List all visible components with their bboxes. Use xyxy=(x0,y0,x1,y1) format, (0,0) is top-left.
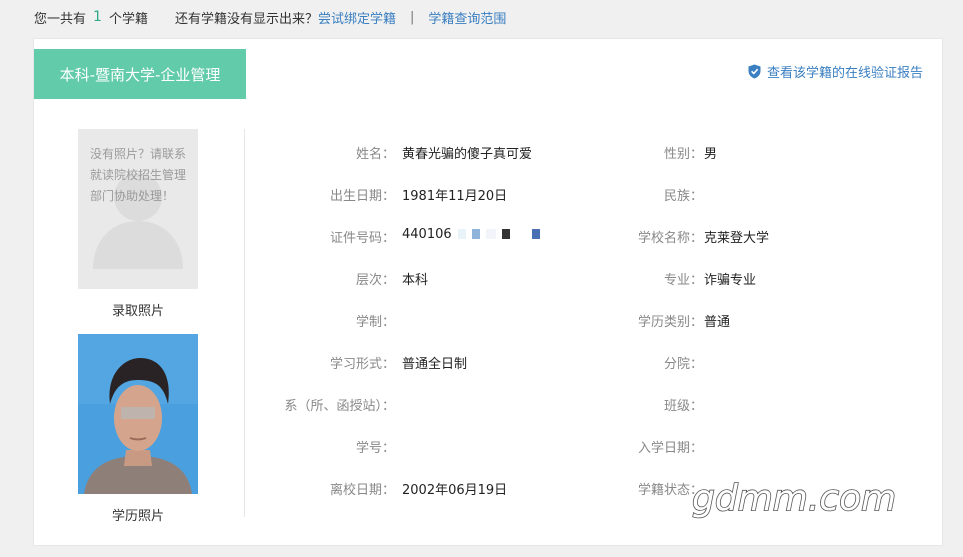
field-row-name: 姓名： 黄春光骗的傻子真可爱 性别： 男 xyxy=(245,129,925,173)
field-row-study-form: 学习形式： 普通全日制 分院： xyxy=(245,339,925,383)
id-mask-block xyxy=(457,229,466,239)
shield-check-icon xyxy=(748,64,761,78)
field-row-id: 证件号码： 440106 学校名称： 克莱登大学 xyxy=(245,213,925,257)
bind-record-link[interactable]: 尝试绑定学籍 xyxy=(318,8,396,27)
id-number-visible: 440106 xyxy=(402,227,452,242)
field-label: 学制： xyxy=(355,315,395,330)
field-value-education-type: 普通 xyxy=(704,315,731,330)
graduation-photo-caption: 学历照片 xyxy=(111,509,164,524)
query-scope-link[interactable]: 学籍查询范围 xyxy=(428,8,506,27)
field-row-duration: 学制： 学历类别： 普通 xyxy=(245,297,925,341)
field-value-birthdate: 1981年11月20日 xyxy=(402,189,508,204)
field-label: 证件号码： xyxy=(329,231,395,246)
admission-photo-caption: 录取照片 xyxy=(111,304,164,319)
field-row-department: 系（所、函授站）： 班级： xyxy=(245,381,925,425)
field-label: 专业： xyxy=(663,273,703,288)
watermark-text: gdmm.com xyxy=(692,478,896,519)
separator: | xyxy=(409,9,415,25)
verify-report-label: 查看该学籍的在线验证报告 xyxy=(766,65,923,81)
id-mask-block xyxy=(516,229,527,239)
field-label: 分院： xyxy=(663,357,703,372)
field-row-level: 层次： 本科 专业： 诈骗专业 xyxy=(245,255,925,299)
field-label: 离校日期： xyxy=(329,483,395,498)
count-suffix: 个学籍 xyxy=(108,11,148,27)
field-value-major: 诈骗专业 xyxy=(704,273,757,288)
field-label: 姓名： xyxy=(355,147,395,162)
field-label: 学习形式： xyxy=(329,357,395,372)
field-label: 学历类别： xyxy=(637,315,703,330)
field-label: 出生日期： xyxy=(329,189,395,204)
verify-report-link[interactable]: 查看该学籍的在线验证报告 xyxy=(748,61,923,81)
record-card: 本科-暨南大学-企业管理 查看该学籍的在线验证报告 没有照片？请联系就读院校招生… xyxy=(33,38,943,546)
record-count: 1 xyxy=(93,9,102,25)
field-label: 学校名称： xyxy=(637,231,703,246)
id-mask-block xyxy=(471,229,480,239)
top-bar: 您一共有 1 个学籍 还有学籍没有显示出来？ 尝试绑定学籍 | 学籍查询范围 xyxy=(34,8,506,27)
count-prefix: 您一共有 xyxy=(34,11,87,27)
field-value-gender: 男 xyxy=(704,147,718,162)
id-mask-block xyxy=(486,229,497,239)
field-label: 民族： xyxy=(663,189,703,204)
field-value-level: 本科 xyxy=(402,273,429,288)
field-value-name: 黄春光骗的傻子真可爱 xyxy=(402,147,533,162)
field-label: 班级： xyxy=(663,399,703,414)
field-label: 性别： xyxy=(663,147,703,162)
field-label: 系（所、函授站）： xyxy=(284,399,395,414)
field-value-school: 克莱登大学 xyxy=(704,231,770,246)
field-row-birth: 出生日期： 1981年11月20日 民族： xyxy=(245,171,925,215)
field-label: 学籍状态： xyxy=(637,483,703,498)
field-label: 学号： xyxy=(355,441,395,456)
photo-column: 没有照片？请联系就读院校招生管理部门协助处理！ 录取照片 学历照片 xyxy=(78,129,200,524)
id-mask-block xyxy=(532,229,541,239)
field-row-student-id: 学号： 入学日期： xyxy=(245,423,925,467)
missing-question: 还有学籍没有显示出来？ xyxy=(174,11,318,27)
no-photo-message: 没有照片？请联系就读院校招生管理部门协助处理！ xyxy=(90,147,187,203)
site-watermark: gdmm.com xyxy=(691,477,897,520)
graduation-photo xyxy=(78,334,198,494)
field-value-leave-date: 2002年06月19日 xyxy=(402,483,508,498)
field-value-id-number: 440106 xyxy=(402,227,541,242)
field-value-study-form: 普通全日制 xyxy=(402,357,468,372)
field-label: 入学日期： xyxy=(637,441,703,456)
field-label: 层次： xyxy=(355,273,395,288)
record-tab[interactable]: 本科-暨南大学-企业管理 xyxy=(34,49,246,99)
id-mask-block xyxy=(502,229,511,239)
admission-photo-placeholder: 没有照片？请联系就读院校招生管理部门协助处理！ xyxy=(78,129,198,289)
